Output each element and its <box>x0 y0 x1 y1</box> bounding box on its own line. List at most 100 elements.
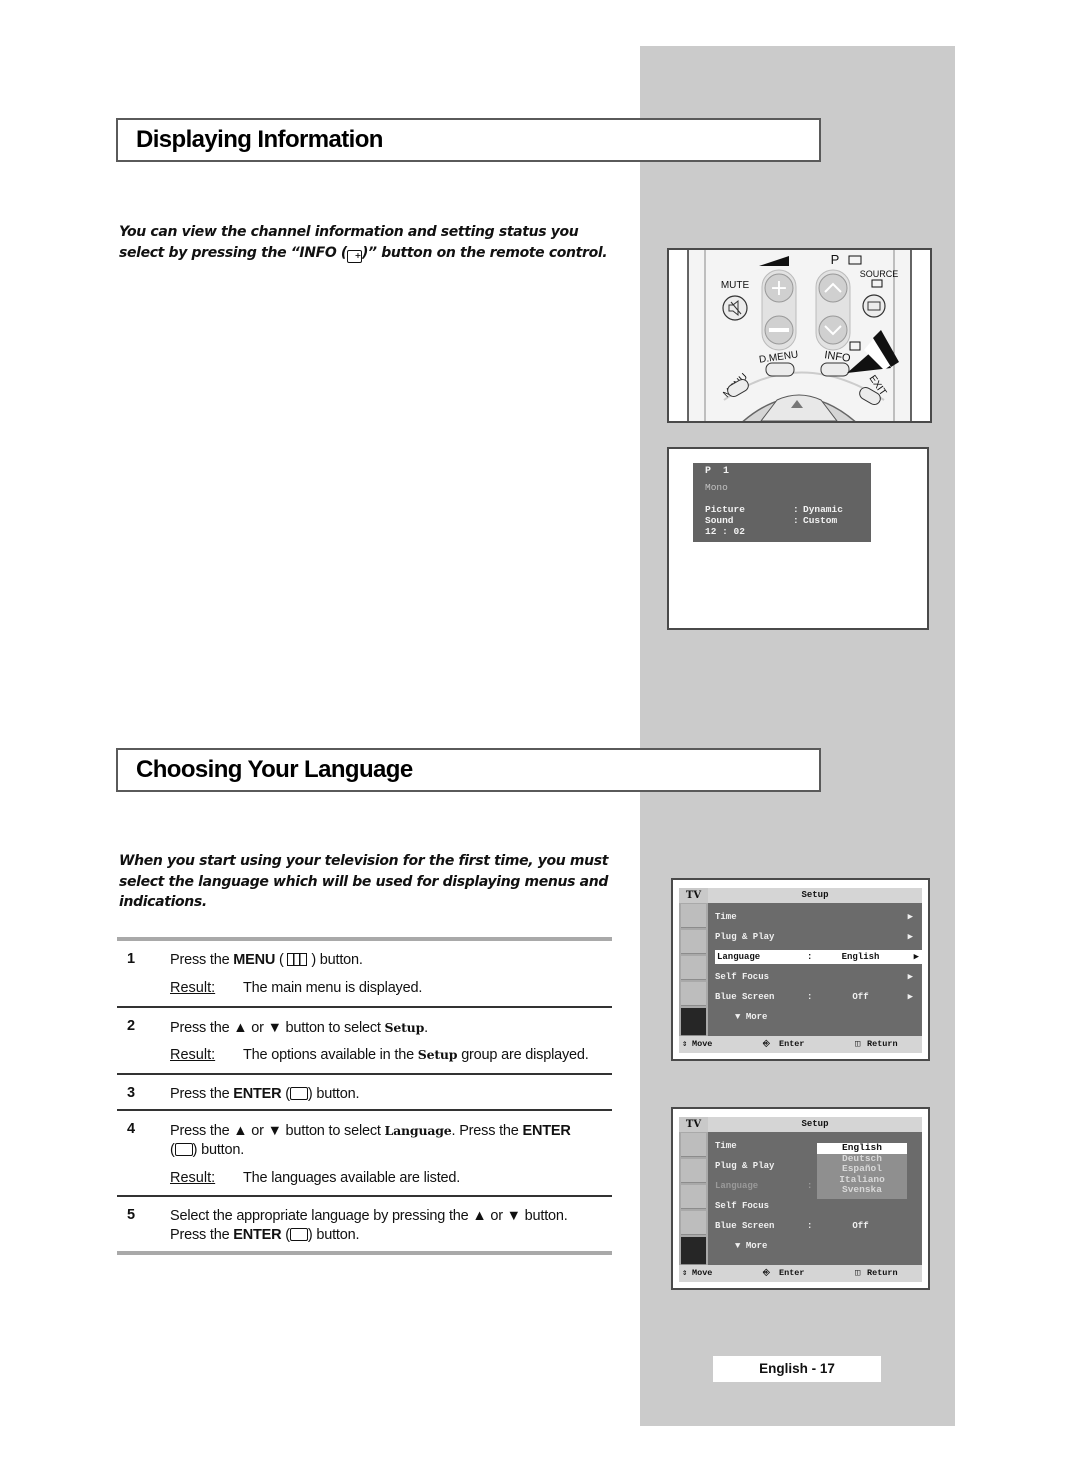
menu-item-blue-screen[interactable]: Blue Screen: Off <box>715 1219 917 1233</box>
menu-item-value: English <box>841 952 880 962</box>
setup-icon <box>681 1008 706 1036</box>
step-text-part: ) button. <box>307 1227 360 1243</box>
remote-mute-label: MUTE <box>721 280 750 291</box>
menu-item-label: Language <box>717 952 761 962</box>
menu-item-label: Plug & Play <box>715 932 775 942</box>
step-text-part: Press the <box>170 1227 234 1243</box>
step-instruction: Select the appropriate language by press… <box>170 1208 568 1243</box>
menu-more[interactable]: ▼ More <box>735 1010 937 1024</box>
step-text-part: ) button. <box>192 1142 245 1158</box>
enter-key-label: ENTER <box>233 1227 282 1243</box>
setup-icon <box>681 1237 706 1265</box>
step-number: 1 <box>127 951 136 967</box>
remote-source-label: SOURCE <box>860 269 899 279</box>
svg-text:+: + <box>770 276 788 301</box>
menu-footer: ⇕ Move ⎆ Enter ◫ Return <box>679 1036 922 1053</box>
step-divider <box>117 1109 612 1111</box>
osd-sound-label: Sound <box>705 515 734 526</box>
step-instruction: Press the ▲ or ▼ button to select Setup. <box>170 1018 610 1038</box>
step-text-part: Select the appropriate language by press… <box>170 1208 568 1224</box>
picture-icon <box>681 930 706 954</box>
tv-setup-menu-screenshot: TV Setup Time ▶ Plug & Play ▶ Language: Eng… <box>671 878 930 1061</box>
tv-language-menu-screenshot: TV Setup Time Plug & Play Language: Self… <box>671 1107 930 1290</box>
step-text-part: . Press the <box>451 1123 523 1139</box>
channel-icon <box>681 982 706 1006</box>
step-number: 2 <box>127 1018 136 1034</box>
enter-button-icon <box>174 1143 193 1156</box>
result-text: The languages available are listed. <box>243 1170 461 1186</box>
return-icon: ◫ <box>855 1268 861 1278</box>
step-number: 4 <box>127 1121 136 1137</box>
section-title: Choosing Your Language <box>136 756 413 783</box>
footer-move: Move <box>692 1268 713 1278</box>
menu-item-self-focus[interactable]: Self Focus ▶ <box>715 970 917 984</box>
info-button-icon: + <box>346 249 362 263</box>
menu-more[interactable]: ▼ More <box>735 1239 937 1253</box>
section-intro: You can view the channel information and… <box>119 222 614 263</box>
remote-p-label: P <box>831 252 840 267</box>
section-title-box: Choosing Your Language <box>116 748 821 792</box>
step-text-part: ) button. <box>307 1086 360 1102</box>
result-label: Result: <box>170 980 216 996</box>
language-option[interactable]: Svenska <box>817 1184 907 1196</box>
result-text-part: The options available in the <box>243 1047 418 1063</box>
menu-button-icon <box>287 953 308 966</box>
menu-item-label: Time <box>715 1141 737 1151</box>
language-option[interactable]: Español <box>817 1163 907 1175</box>
channel-icon <box>681 1211 706 1235</box>
osd-picture-value: Dynamic <box>803 504 843 515</box>
osd-picture-sep: : <box>793 504 799 515</box>
language-option[interactable]: English <box>817 1142 907 1154</box>
menu-item-label: Blue Screen <box>715 1221 775 1231</box>
setup-code: Setup <box>417 1047 458 1062</box>
setup-code: Setup <box>384 1020 425 1035</box>
sound-icon <box>681 956 706 980</box>
page-number-label: English - 17 <box>713 1356 881 1382</box>
arrow-right-icon: ▶ <box>907 992 913 1002</box>
intro-text-end: )” button on the remote control. <box>361 244 608 261</box>
section-intro: When you start using your television for… <box>119 853 609 910</box>
input-icon <box>681 1133 706 1157</box>
return-icon: ◫ <box>855 1039 861 1049</box>
sound-icon <box>681 1185 706 1209</box>
enter-button-icon <box>289 1228 308 1241</box>
menu-item-self-focus[interactable]: Self Focus <box>715 1199 917 1213</box>
menu-item-plug-play[interactable]: Plug & Play ▶ <box>715 930 917 944</box>
menu-item-label: Plug & Play <box>715 1161 775 1171</box>
menu-item-blue-screen[interactable]: Blue Screen: Off ▶ <box>715 990 917 1004</box>
menu-item-label: Blue Screen <box>715 992 775 1002</box>
osd-picture-label: Picture <box>705 504 745 515</box>
step-text-part: Press the ▲ or ▼ button to select <box>170 1123 385 1139</box>
menu-item-label: Self Focus <box>715 972 770 982</box>
arrow-right-icon: ▶ <box>907 972 913 982</box>
more-label: More <box>745 1012 768 1022</box>
menu-sidebar <box>679 903 708 1036</box>
arrow-right-icon: ▶ <box>913 952 919 962</box>
tv-setup-menu: TV Setup Time Plug & Play Language: Self… <box>679 1117 922 1282</box>
footer-return: Return <box>867 1268 898 1278</box>
footer-move: Move <box>692 1039 713 1049</box>
arrow-right-icon: ▶ <box>907 932 913 942</box>
menu-item-value: Off <box>852 992 869 1002</box>
step-divider <box>117 1006 612 1008</box>
menu-item-time[interactable]: Time ▶ <box>715 910 917 924</box>
menu-sidebar <box>679 1132 708 1265</box>
remote-control-drawing: + P SOURCE MUTE D.MENU INFO MENU <box>669 250 930 421</box>
result-text: The main menu is displayed. <box>243 980 423 996</box>
move-icon: ⇕ <box>682 1039 688 1049</box>
tv-setup-menu: TV Setup Time ▶ Plug & Play ▶ Language: Eng… <box>679 888 923 1053</box>
arrow-down-icon: ▼ <box>735 1012 746 1022</box>
arrow-right-icon: ▶ <box>907 912 913 922</box>
language-dropdown-list[interactable]: English Deutsch Español Italiano Svenska <box>817 1142 907 1199</box>
menu-item-label: Self Focus <box>715 1201 770 1211</box>
menu-item-language[interactable]: Language: English ▶ <box>715 950 923 964</box>
enter-button-icon <box>289 1087 308 1100</box>
step-text-part: Press the ▲ or ▼ button to select <box>170 1020 385 1036</box>
result-text: The options available in the Setup group… <box>243 1047 589 1063</box>
separator: : <box>807 952 813 962</box>
menu-item-label: Language <box>715 1181 759 1191</box>
step-number: 5 <box>127 1207 136 1223</box>
result-label: Result: <box>170 1047 216 1063</box>
menu-footer: ⇕ Move ⎆ Enter ◫ Return <box>679 1265 922 1282</box>
tv-tab: TV <box>679 888 708 903</box>
